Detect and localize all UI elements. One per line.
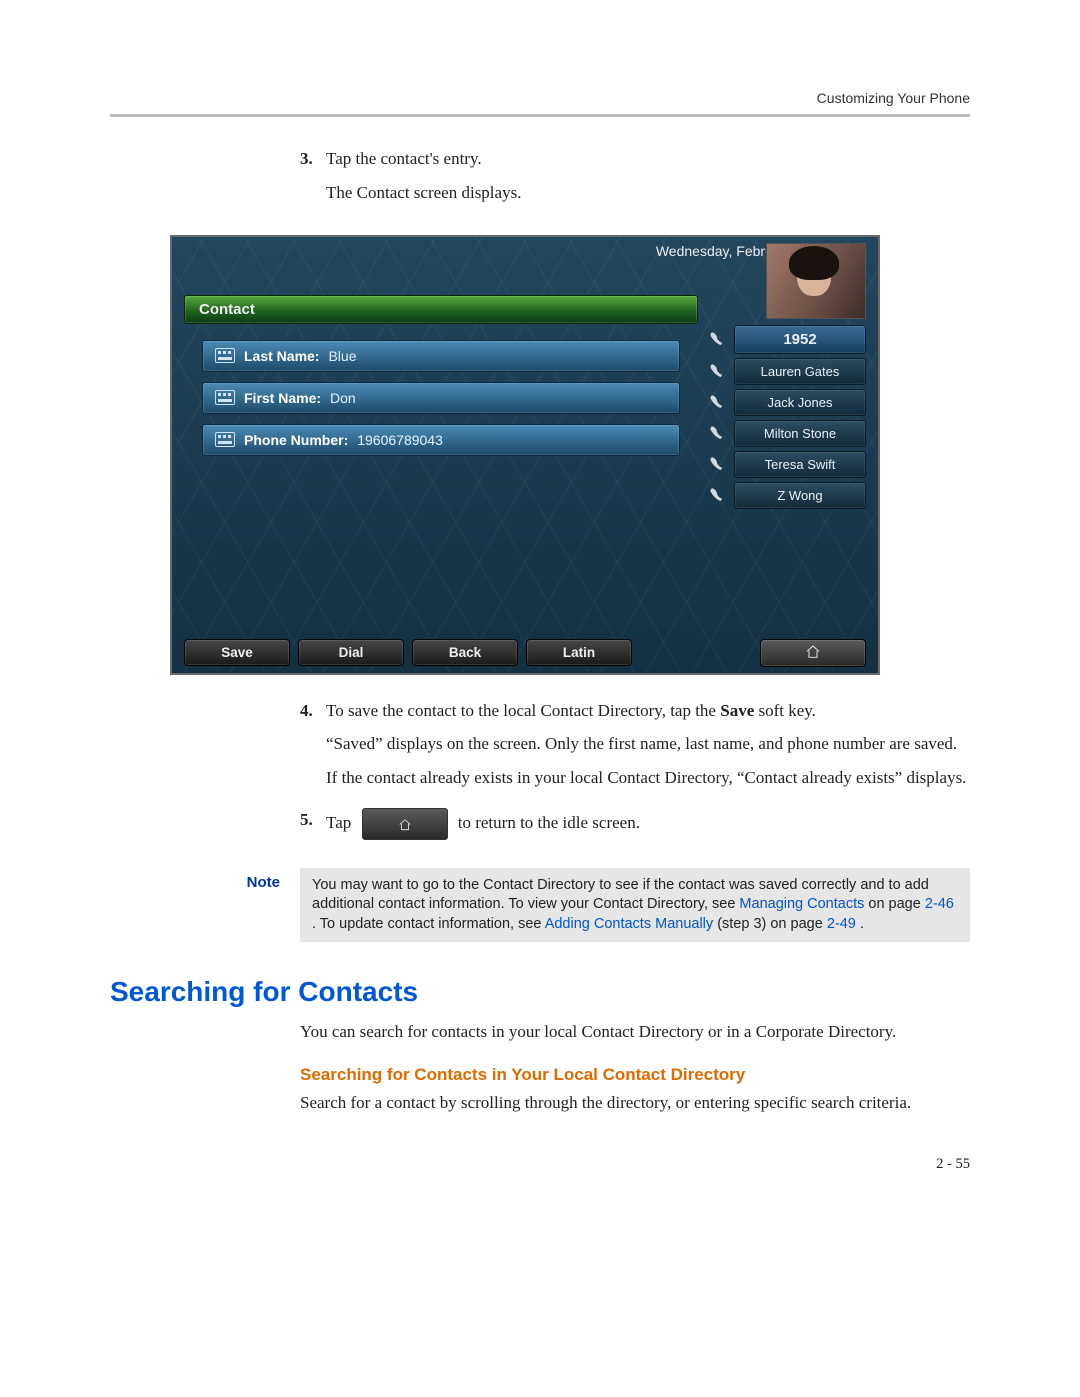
field-first-name-label: First Name: — [244, 390, 321, 406]
field-last-name-value: Blue — [328, 348, 356, 364]
speed-dial-item[interactable]: Z Wong — [734, 482, 866, 509]
link-page-2-49[interactable]: 2-49 — [827, 916, 856, 932]
inline-home-button[interactable] — [362, 808, 448, 840]
softkey-latin[interactable]: Latin — [526, 639, 632, 666]
running-header: Customizing Your Phone — [110, 90, 970, 114]
step-3-line1: Tap the contact's entry. — [326, 147, 970, 171]
contact-avatar — [766, 243, 866, 319]
field-last-name-label: Last Name: — [244, 348, 319, 364]
note-label: Note — [220, 868, 280, 943]
link-adding-contacts-manually[interactable]: Adding Contacts Manually — [545, 916, 713, 932]
step-5: 5. Tap to return to the idle screen. — [300, 808, 970, 850]
field-phone-number[interactable]: Phone Number: 19606789043 — [202, 424, 680, 456]
keyboard-icon — [215, 390, 235, 405]
note-body: You may want to go to the Contact Direct… — [300, 868, 970, 943]
handset-icon — [706, 455, 728, 473]
softkey-dial[interactable]: Dial — [298, 639, 404, 666]
speed-dial-item[interactable]: Lauren Gates — [734, 358, 866, 385]
field-first-name[interactable]: First Name: Don — [202, 382, 680, 414]
handset-icon — [706, 486, 728, 504]
subsection-text: Search for a contact by scrolling throug… — [300, 1091, 970, 1116]
keyboard-icon — [215, 432, 235, 447]
status-extension: 1952 — [190, 261, 860, 287]
home-icon — [397, 818, 413, 832]
subheading-local-directory: Searching for Contacts in Your Local Con… — [300, 1065, 970, 1085]
field-phone-label: Phone Number: — [244, 432, 348, 448]
home-icon — [804, 644, 822, 660]
link-page-2-46[interactable]: 2-46 — [925, 896, 954, 912]
home-button[interactable] — [760, 639, 866, 667]
handset-icon — [706, 330, 728, 348]
note-callout: Note You may want to go to the Contact D… — [220, 868, 970, 943]
keyboard-icon — [215, 348, 235, 363]
step-number: 4. — [300, 699, 326, 800]
header-rule — [110, 114, 970, 117]
step-number: 5. — [300, 808, 326, 850]
field-last-name[interactable]: Last Name: Blue — [202, 340, 680, 372]
softkey-back[interactable]: Back — [412, 639, 518, 666]
step-3: 3. Tap the contact's entry. The Contact … — [300, 147, 970, 215]
speed-dial-item[interactable]: Milton Stone — [734, 420, 866, 447]
handset-icon — [706, 424, 728, 442]
softkey-save[interactable]: Save — [184, 639, 290, 666]
speed-dial-item[interactable]: Jack Jones — [734, 389, 866, 416]
step-3-line2: The Contact screen displays. — [326, 181, 970, 205]
link-managing-contacts[interactable]: Managing Contacts — [739, 896, 864, 912]
contact-panel-title: Contact — [184, 295, 698, 324]
step-4-p1: To save the contact to the local Contact… — [326, 699, 970, 723]
field-phone-value: 19606789043 — [357, 432, 443, 448]
step-5-text: Tap to return to the idle screen. — [326, 808, 970, 840]
heading-searching-for-contacts: Searching for Contacts — [110, 976, 970, 1008]
handset-icon — [706, 362, 728, 380]
page-number: 2 - 55 — [300, 1156, 970, 1173]
phone-screenshot: Wednesday, February 4 1:30 PM 1952 Conta… — [170, 235, 880, 675]
step-4-p3: If the contact already exists in your lo… — [326, 766, 970, 790]
line-key-current[interactable]: 1952 — [734, 325, 866, 354]
step-4: 4. To save the contact to the local Cont… — [300, 699, 970, 800]
section-intro: You can search for contacts in your loca… — [300, 1020, 970, 1045]
speed-dial-item[interactable]: Teresa Swift — [734, 451, 866, 478]
step-4-p2: “Saved” displays on the screen. Only the… — [326, 732, 970, 756]
step-number: 3. — [300, 147, 326, 215]
field-first-name-value: Don — [330, 390, 356, 406]
handset-icon — [706, 393, 728, 411]
